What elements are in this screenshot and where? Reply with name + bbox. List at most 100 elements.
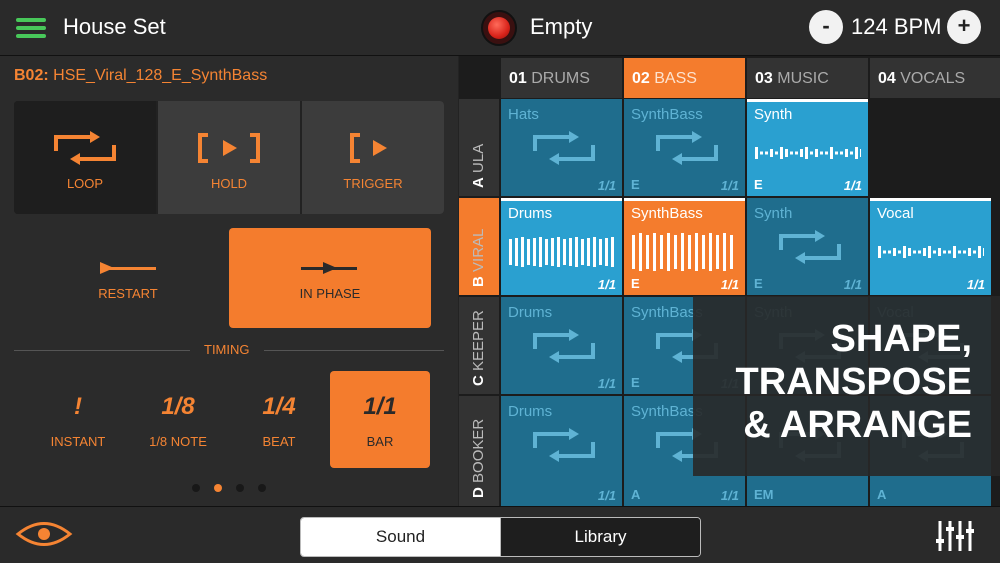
bpm-decrease-button[interactable]: - bbox=[809, 10, 843, 44]
clip-name: SynthBass bbox=[631, 205, 703, 222]
promo-overlay: SHAPE, TRANSPOSE & ARRANGE bbox=[693, 296, 1000, 476]
page-dot[interactable] bbox=[258, 484, 266, 492]
mode-label: TRIGGER bbox=[343, 176, 403, 191]
track-header-bass[interactable]: 02 BASS bbox=[624, 58, 745, 98]
clip-key: E bbox=[754, 276, 763, 291]
clip-cell[interactable]: SynthBass E 1/1 bbox=[624, 198, 745, 295]
tab-sound[interactable]: Sound bbox=[301, 518, 500, 556]
track-number: 04 bbox=[878, 70, 896, 87]
restart-button[interactable]: RESTART bbox=[28, 228, 228, 328]
clip-cell[interactable]: Vocal 1/1 bbox=[870, 198, 991, 295]
playhead-bar bbox=[624, 198, 745, 201]
bpm-increase-button[interactable]: + bbox=[947, 10, 981, 44]
track-number: 03 bbox=[755, 70, 773, 87]
scene-label: B VIRAL bbox=[470, 228, 487, 287]
loop-icon bbox=[531, 428, 597, 467]
page-dot[interactable] bbox=[236, 484, 244, 492]
scene-header-c[interactable]: C KEEPER bbox=[459, 297, 499, 394]
mode-label: LOOP bbox=[66, 176, 104, 191]
loop-icon bbox=[531, 131, 597, 170]
scene-header-a[interactable]: A ULA bbox=[459, 99, 499, 196]
track-number: 02 bbox=[632, 70, 650, 87]
clip-name: Drums bbox=[508, 304, 553, 321]
clip-cell[interactable]: Drums 1/1 bbox=[501, 297, 622, 394]
menu-icon[interactable] bbox=[16, 18, 46, 38]
waveform bbox=[755, 133, 863, 178]
track-name: VOCALS bbox=[900, 70, 966, 87]
waveform bbox=[509, 232, 615, 277]
scene-header-d[interactable]: D BOOKER bbox=[459, 396, 499, 506]
waveform bbox=[632, 232, 738, 277]
clip-cell[interactable]: Hats 1/1 bbox=[501, 99, 622, 196]
mixer-icon[interactable] bbox=[936, 521, 976, 551]
timing-label: BAR bbox=[366, 434, 394, 449]
loop-icon bbox=[531, 329, 597, 368]
eighth-note-icon: 1/8 bbox=[161, 393, 195, 420]
scene-label: A ULA bbox=[470, 143, 487, 188]
promo-line: TRANSPOSE bbox=[735, 361, 972, 403]
loop-icon bbox=[777, 230, 843, 269]
clip-name: Drums bbox=[508, 205, 553, 222]
mode-trigger-button[interactable]: TRIGGER bbox=[300, 101, 444, 214]
clip-quantize: 1/1 bbox=[720, 277, 739, 292]
in-phase-icon bbox=[301, 262, 357, 274]
clip-quantize: 1/1 bbox=[597, 488, 616, 503]
sound-slot: B02: bbox=[14, 67, 49, 84]
play-mode-selector: LOOP HOLD TRIGGER bbox=[14, 101, 444, 214]
clip-quantize: 1/1 bbox=[720, 178, 739, 193]
clip-cell[interactable]: Synth E 1/1 bbox=[747, 198, 868, 295]
loop-icon bbox=[54, 131, 116, 165]
in-phase-button[interactable]: IN PHASE bbox=[229, 228, 431, 328]
mode-loop-button[interactable]: LOOP bbox=[14, 101, 156, 214]
tab-library[interactable]: Library bbox=[500, 518, 700, 556]
timing-beat-button[interactable]: 1/4 BEAT bbox=[229, 371, 329, 468]
clip-key: E bbox=[631, 276, 640, 291]
track-name: BASS bbox=[654, 70, 697, 87]
clip-cell[interactable]: Synth E 1/1 bbox=[747, 99, 868, 196]
promo-line: & ARRANGE bbox=[743, 404, 972, 446]
scene-header-b[interactable]: B VIRAL bbox=[459, 198, 499, 295]
restart-icon bbox=[100, 262, 156, 274]
top-bar: House Set Empty - 124 BPM + bbox=[0, 0, 1000, 56]
clip-cell[interactable]: SynthBass E 1/1 bbox=[624, 99, 745, 196]
track-header-drums[interactable]: 01 DRUMS bbox=[501, 58, 622, 98]
bpm-display[interactable]: 124 BPM bbox=[851, 14, 942, 40]
clip-key: A bbox=[631, 487, 641, 502]
page-dot-current[interactable] bbox=[214, 484, 222, 492]
scene-label: D BOOKER bbox=[470, 418, 487, 498]
timing-label: 1/8 NOTE bbox=[149, 434, 207, 449]
clip-key: E bbox=[754, 177, 763, 192]
clip-cell[interactable]: Drums 1/1 bbox=[501, 198, 622, 295]
clip-name: SynthBass bbox=[631, 106, 703, 123]
sound-panel: B02: HSE_Viral_128_E_SynthBass LOOP HOLD bbox=[0, 56, 458, 506]
record-button[interactable] bbox=[481, 10, 517, 46]
clip-quantize: 1/1 bbox=[597, 178, 616, 193]
panel-tab-switch: Sound Library bbox=[300, 517, 701, 557]
in-phase-label: IN PHASE bbox=[299, 286, 361, 301]
set-title[interactable]: House Set bbox=[63, 14, 166, 40]
track-header-music[interactable]: 03 MUSIC bbox=[747, 58, 868, 98]
playhead-bar bbox=[501, 198, 622, 201]
timing-instant-button[interactable]: ! INSTANT bbox=[28, 371, 128, 468]
clip-key: EM bbox=[754, 487, 774, 502]
scene-name[interactable]: Empty bbox=[530, 14, 592, 40]
clip-quantize: 1/1 bbox=[843, 178, 862, 193]
timing-eighth-note-button[interactable]: 1/8 1/8 NOTE bbox=[128, 371, 228, 468]
eye-icon[interactable] bbox=[15, 519, 73, 549]
mode-hold-button[interactable]: HOLD bbox=[156, 101, 300, 214]
clip-quantize: 1/1 bbox=[843, 277, 862, 292]
trigger-icon bbox=[350, 133, 387, 163]
waveform bbox=[878, 232, 986, 277]
bar-icon: 1/1 bbox=[363, 393, 397, 420]
clip-cell[interactable]: Drums 1/1 bbox=[501, 396, 622, 506]
sound-name: HSE_Viral_128_E_SynthBass bbox=[53, 67, 268, 84]
track-name: MUSIC bbox=[777, 70, 829, 87]
clip-quantize: 1/1 bbox=[720, 488, 739, 503]
clip-key: E bbox=[631, 375, 640, 390]
playhead-bar bbox=[870, 198, 991, 201]
page-dot[interactable] bbox=[192, 484, 200, 492]
scene-label: C KEEPER bbox=[470, 310, 487, 386]
page-indicator[interactable] bbox=[192, 484, 266, 492]
timing-bar-button[interactable]: 1/1 BAR bbox=[330, 371, 430, 468]
track-header-vocals[interactable]: 04 VOCALS bbox=[870, 58, 1000, 98]
